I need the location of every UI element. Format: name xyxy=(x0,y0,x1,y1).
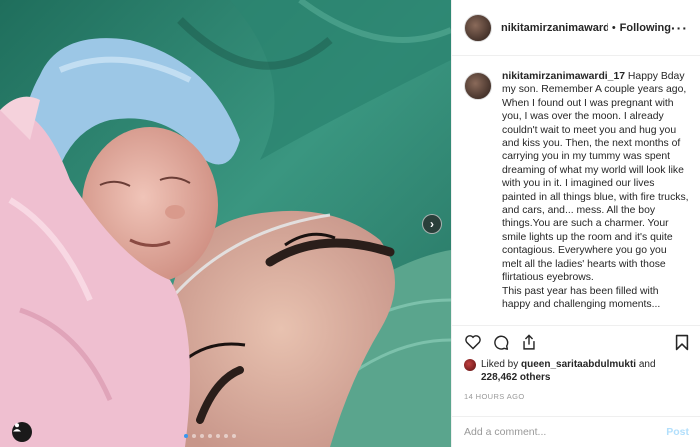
photo-illustration xyxy=(0,0,451,447)
carousel-dot xyxy=(184,434,188,438)
bookmark-icon[interactable] xyxy=(675,334,689,351)
chevron-right-icon: › xyxy=(430,217,434,231)
share-icon[interactable] xyxy=(520,334,538,351)
following-button[interactable]: Following xyxy=(620,22,671,34)
header-username[interactable]: nikitamirzanimawardi_ xyxy=(501,22,608,34)
avatar[interactable] xyxy=(464,13,492,42)
liker-username[interactable]: queen_saritaabdulmukti xyxy=(521,359,636,370)
carousel-dot xyxy=(216,434,220,438)
post-comment-button[interactable]: Post xyxy=(666,426,689,438)
header-separator: • xyxy=(611,21,616,34)
carousel-dot xyxy=(232,434,236,438)
carousel-dot xyxy=(192,434,196,438)
carousel-dot xyxy=(200,434,204,438)
carousel-dot xyxy=(208,434,212,438)
carousel-indicator xyxy=(184,434,236,438)
post-header: nikitamirzanimawardi_ • Following ··· xyxy=(452,0,700,56)
post-photo[interactable]: › xyxy=(0,0,451,447)
comment-bar: Post xyxy=(452,416,700,447)
more-icon[interactable]: ··· xyxy=(671,20,688,36)
caption: nikitamirzanimawardi_17 Happy Bday my so… xyxy=(502,70,689,311)
caption-username[interactable]: nikitamirzanimawardi_17 xyxy=(502,71,625,82)
caption-text: Happy Bday my son. Remember A couple yea… xyxy=(502,71,689,310)
action-bar xyxy=(452,325,700,359)
likes-and: and xyxy=(638,359,656,370)
tagged-users-button[interactable] xyxy=(12,422,32,442)
likes-prefix: Liked by xyxy=(481,359,519,370)
liker-avatar[interactable] xyxy=(464,359,476,371)
post-side-panel: nikitamirzanimawardi_ • Following ··· ni… xyxy=(451,0,700,447)
comment-icon[interactable] xyxy=(492,334,510,351)
next-slide-button[interactable]: › xyxy=(422,214,442,234)
user-icon xyxy=(13,423,21,432)
carousel-dot xyxy=(224,434,228,438)
caption-avatar[interactable] xyxy=(464,72,492,100)
likes-count[interactable]: 228,462 others xyxy=(481,372,551,383)
caption-area: nikitamirzanimawardi_17 Happy Bday my so… xyxy=(452,57,700,321)
heart-icon[interactable] xyxy=(464,334,482,350)
likes-summary: Liked by queen_saritaabdulmukti and 228,… xyxy=(464,358,681,384)
post-timestamp[interactable]: 14 HOURS AGO xyxy=(464,392,525,401)
comment-input[interactable] xyxy=(464,426,667,438)
